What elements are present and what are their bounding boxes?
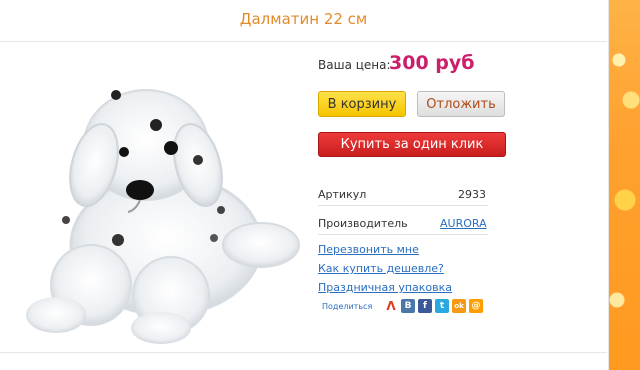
buy-one-click-button[interactable]: Купить за один клик (318, 132, 506, 157)
mailru-icon[interactable]: @ (469, 299, 483, 313)
facebook-icon[interactable]: f (418, 299, 432, 313)
content-top-border (0, 41, 607, 42)
gift-wrap-link[interactable]: Праздничная упаковка (318, 281, 452, 294)
odnoklassniki-icon[interactable]: ok (452, 299, 466, 313)
price-value: 300 руб (389, 52, 475, 74)
share-label: Поделиться (322, 302, 373, 311)
content-bottom-border (0, 352, 607, 353)
article-value: 2933 (458, 188, 486, 201)
price-label: Ваша цена: (318, 58, 391, 72)
manufacturer-link[interactable]: AURORA (440, 217, 487, 230)
manufacturer-label: Производитель (318, 217, 408, 230)
product-title: Далматин 22 см (239, 10, 368, 28)
product-image[interactable] (6, 70, 306, 345)
defer-button[interactable]: Отложить (417, 91, 505, 117)
twitter-icon[interactable]: t (435, 299, 449, 313)
odnoklassniki-red-icon[interactable]: ᐱ (384, 299, 398, 313)
background-decoration (608, 0, 640, 370)
divider (318, 205, 488, 206)
add-to-cart-button[interactable]: В корзину (318, 91, 406, 117)
article-label: Артикул (318, 188, 367, 201)
callback-link[interactable]: Перезвонить мне (318, 243, 419, 256)
vkontakte-icon[interactable]: В (401, 299, 415, 313)
buy-cheaper-link[interactable]: Как купить дешевле? (318, 262, 444, 275)
divider (318, 234, 488, 235)
